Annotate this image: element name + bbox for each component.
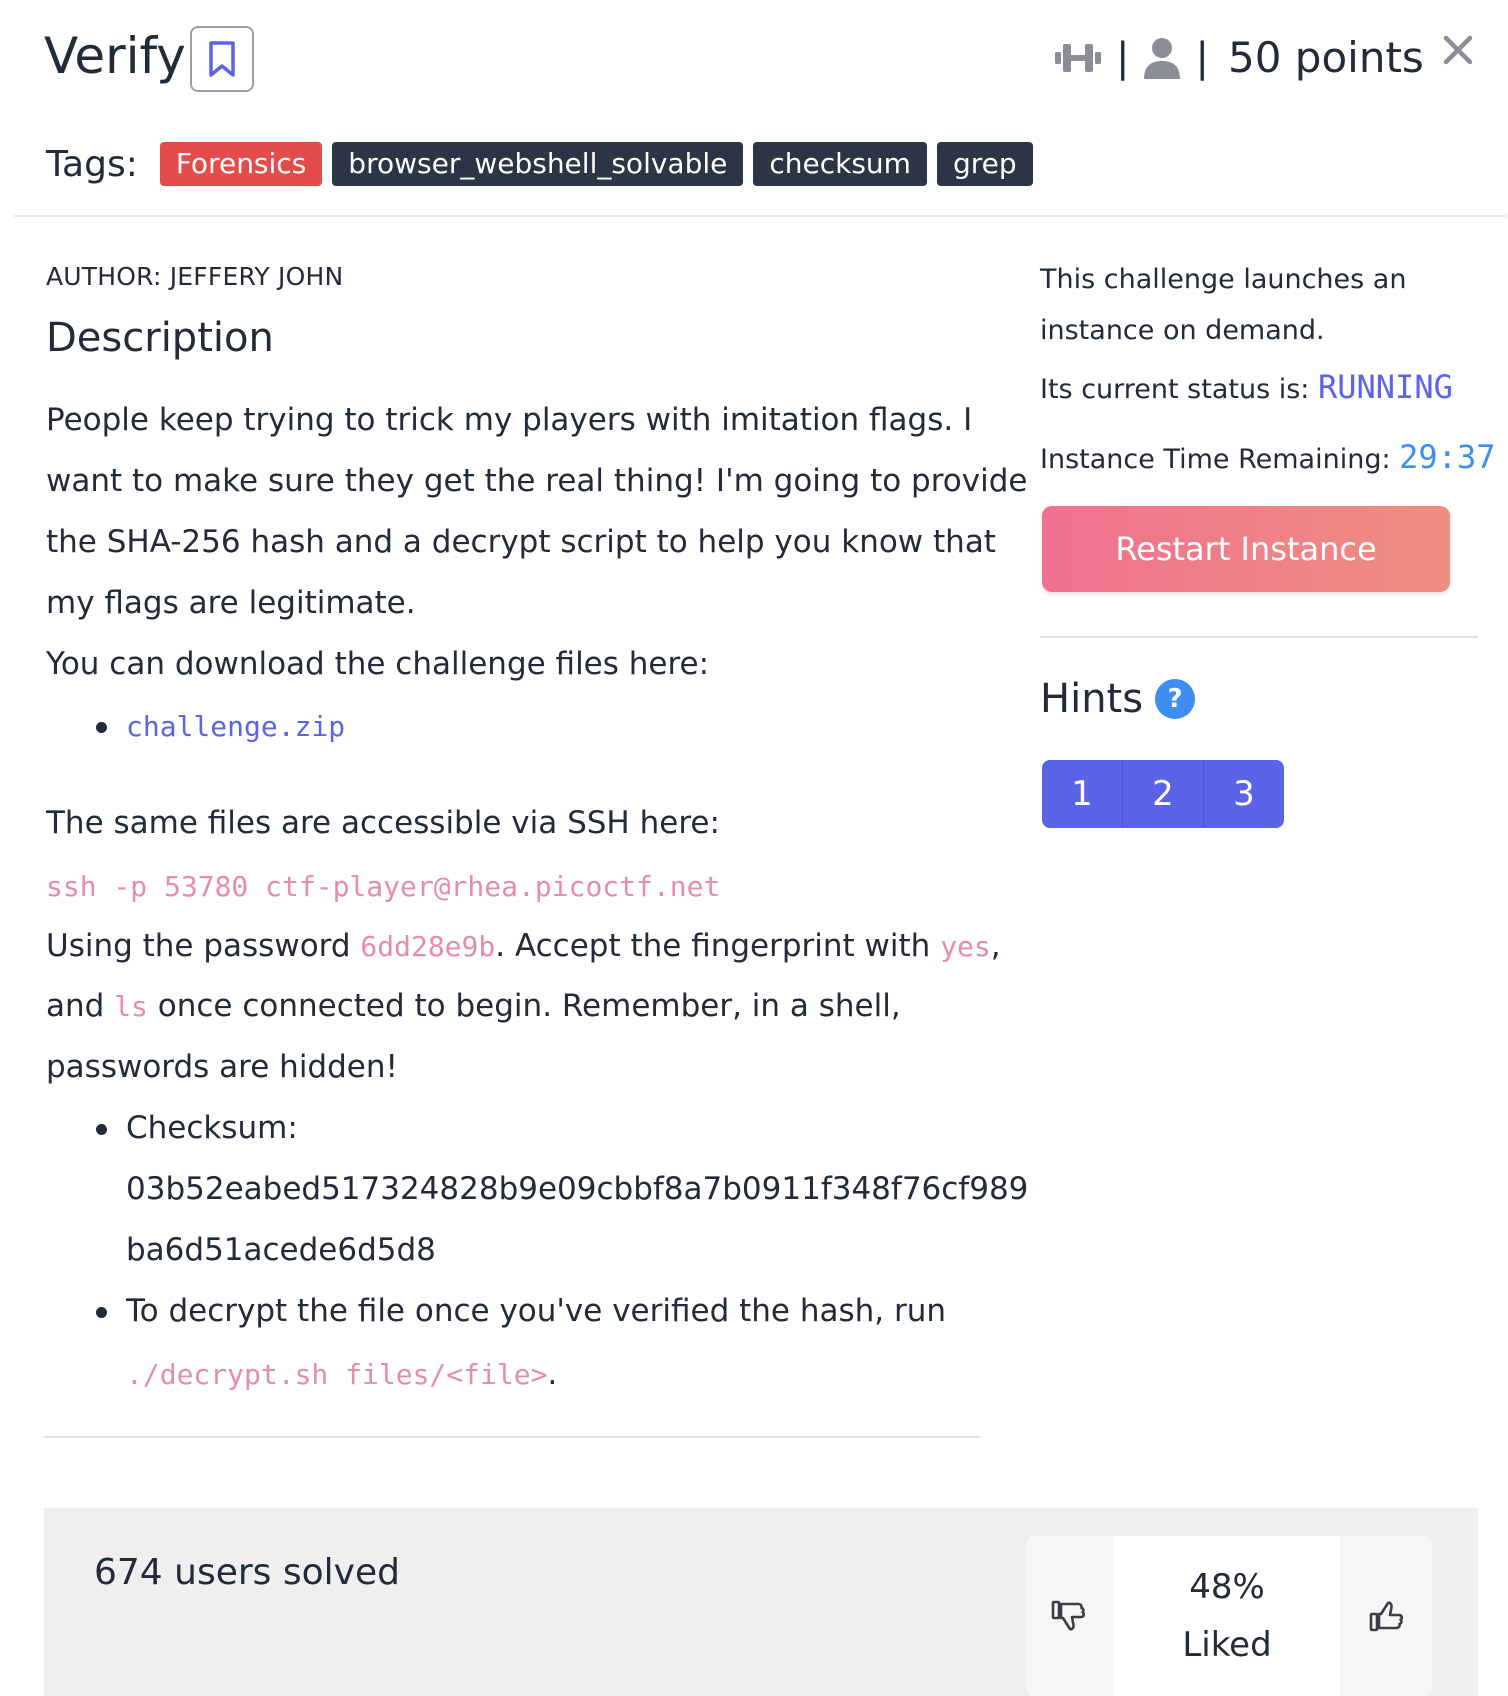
hints-heading: Hints bbox=[1040, 676, 1144, 722]
hint-button-3[interactable]: 3 bbox=[1203, 760, 1284, 828]
decrypt-text: To decrypt the file once you've verified… bbox=[126, 1293, 947, 1329]
decrypt-code: ./decrypt.sh files/<file> bbox=[126, 1358, 548, 1391]
content-divider bbox=[44, 1436, 980, 1438]
tag-grep[interactable]: grep bbox=[936, 142, 1033, 186]
header-divider bbox=[14, 215, 1506, 217]
points-label: 50 points bbox=[1228, 33, 1424, 82]
checksum-label: Checksum: bbox=[126, 1110, 298, 1146]
instance-status: Its current status is: RUNNING bbox=[1040, 368, 1453, 406]
instance-info: This challenge launches an bbox=[1040, 264, 1407, 295]
tag-browser-webshell-solvable[interactable]: browser_webshell_solvable bbox=[332, 142, 744, 186]
period-text: . bbox=[547, 1356, 558, 1392]
hint-button-1[interactable]: 1 bbox=[1042, 760, 1122, 828]
status-value: RUNNING bbox=[1317, 368, 1453, 406]
close-icon bbox=[1443, 35, 1473, 65]
and-text: and bbox=[46, 988, 115, 1024]
tag-checksum[interactable]: checksum bbox=[753, 142, 927, 186]
rating-box: 48% Liked bbox=[1026, 1536, 1432, 1696]
user-icon bbox=[1144, 38, 1181, 79]
password-code: 6dd28e9b bbox=[360, 930, 496, 963]
thumbs-up-icon bbox=[1369, 1601, 1404, 1632]
header-separator: | bbox=[1195, 35, 1209, 81]
description-line: People keep trying to trick my players w… bbox=[46, 402, 973, 438]
dumbbell-icon bbox=[1055, 44, 1101, 72]
decrypt-line: ./decrypt.sh files/<file>. bbox=[126, 1356, 557, 1392]
description-line: want to make sure they get the real thin… bbox=[46, 463, 1028, 499]
description-heading: Description bbox=[46, 315, 274, 361]
connected-text: once connected to begin. Remember, in a … bbox=[147, 988, 901, 1024]
hints-header: Hints ? bbox=[1040, 676, 1196, 722]
tag-forensics[interactable]: Forensics bbox=[159, 142, 323, 186]
ssh-text: The same files are accessible via SSH he… bbox=[46, 805, 720, 841]
tag-list: Tags: Forensics browser_webshell_solvabl… bbox=[46, 142, 1033, 186]
yes-code: yes bbox=[940, 930, 991, 963]
ls-code: ls bbox=[114, 990, 148, 1023]
password-line: Using the password 6dd28e9b. Accept the … bbox=[46, 928, 1001, 964]
status-label: Its current status is: bbox=[1040, 374, 1318, 405]
help-icon[interactable]: ? bbox=[1155, 679, 1196, 719]
bookmark-button[interactable] bbox=[190, 26, 254, 92]
challenge-zip-link[interactable]: challenge.zip bbox=[126, 710, 345, 743]
like-percent: 48% bbox=[1189, 1567, 1265, 1607]
ssh-command: ssh -p 53780 ctf-player@rhea.picoctf.net bbox=[46, 870, 721, 903]
description-line: my flags are legitimate. bbox=[46, 585, 416, 621]
instance-time: Instance Time Remaining: 29:37 bbox=[1040, 438, 1495, 476]
password-text: Using the password bbox=[46, 928, 361, 964]
thumbs-down-icon bbox=[1051, 1600, 1086, 1631]
liked-label: Liked bbox=[1182, 1625, 1272, 1665]
checksum-value: ba6d51acede6d5d8 bbox=[126, 1232, 436, 1268]
ls-line: and ls once connected to begin. Remember… bbox=[46, 988, 901, 1024]
footer-panel: 674 users solved 48% Liked bbox=[44, 1508, 1478, 1696]
dislike-button[interactable] bbox=[1026, 1536, 1114, 1696]
time-label: Instance Time Remaining: bbox=[1040, 444, 1400, 475]
bullet bbox=[96, 1307, 107, 1318]
checksum-value: 03b52eabed517324828b9e09cbbf8a7b0911f348… bbox=[126, 1171, 1029, 1207]
instance-divider bbox=[1040, 636, 1478, 638]
time-value: 29:37 bbox=[1399, 438, 1496, 476]
users-solved: 674 users solved bbox=[94, 1552, 400, 1593]
hidden-text: passwords are hidden! bbox=[46, 1049, 398, 1085]
header-meta: | | bbox=[1054, 30, 1209, 86]
close-button[interactable] bbox=[1436, 28, 1480, 72]
description-line: the SHA-256 hash and a decrypt script to… bbox=[46, 524, 996, 560]
download-text: You can download the challenge files her… bbox=[46, 646, 710, 682]
fingerprint-text: . Accept the fingerprint with bbox=[495, 928, 941, 964]
bullet bbox=[96, 722, 107, 733]
bookmark-icon bbox=[209, 41, 235, 77]
header-separator: | bbox=[1116, 35, 1130, 81]
author-label: AUTHOR: JEFFERY JOHN bbox=[46, 262, 344, 291]
hint-buttons: 1 2 3 bbox=[1042, 760, 1284, 828]
restart-instance-button[interactable]: Restart Instance bbox=[1042, 506, 1450, 592]
comma-text: , bbox=[990, 928, 1001, 964]
instance-info: instance on demand. bbox=[1040, 315, 1325, 346]
bullet bbox=[96, 1124, 107, 1135]
like-button[interactable] bbox=[1344, 1536, 1432, 1696]
tags-label: Tags: bbox=[46, 143, 138, 185]
like-stats: 48% Liked bbox=[1114, 1536, 1340, 1696]
hint-button-2[interactable]: 2 bbox=[1122, 760, 1203, 828]
page-title: Verify bbox=[44, 27, 186, 85]
